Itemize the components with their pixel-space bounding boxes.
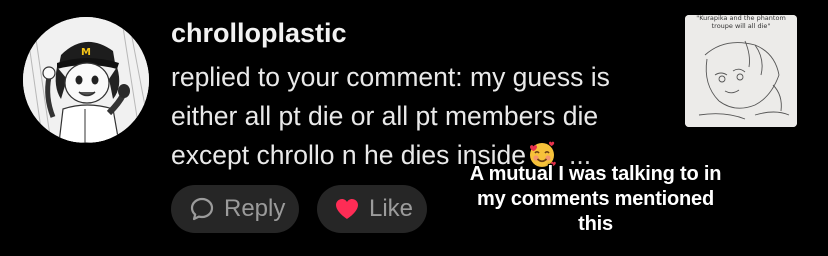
svg-text:M: M [81, 47, 91, 58]
overlay-caption: A mutual I was talking to in my comments… [448, 162, 743, 237]
message-line: either all pt die or all pt members die [171, 101, 599, 131]
heart-icon [336, 199, 358, 219]
avatar[interactable]: M [23, 17, 149, 143]
overlay-line: A mutual I was talking to in [469, 163, 722, 185]
like-label: Like [369, 195, 414, 222]
message-line: replied to your comment: my guess is [171, 62, 610, 92]
username[interactable]: chrolloplastic [171, 18, 347, 49]
overlay-line: my comments mentioned [477, 188, 714, 210]
speech-bubble-icon [190, 197, 214, 221]
reply-label: Reply [224, 195, 286, 222]
overlay-line: this [578, 213, 613, 235]
like-button[interactable]: Like [317, 185, 427, 233]
avatar-image: M [23, 17, 149, 143]
reply-button[interactable]: Reply [171, 185, 299, 233]
reply-message[interactable]: replied to your comment: my guess is eit… [171, 58, 671, 175]
video-thumbnail[interactable]: "Kurapika and the phantom troupe will al… [685, 15, 797, 127]
thumbnail-caption: "Kurapika and the phantom troupe will al… [696, 15, 786, 30]
sketch-drawing [685, 15, 797, 127]
